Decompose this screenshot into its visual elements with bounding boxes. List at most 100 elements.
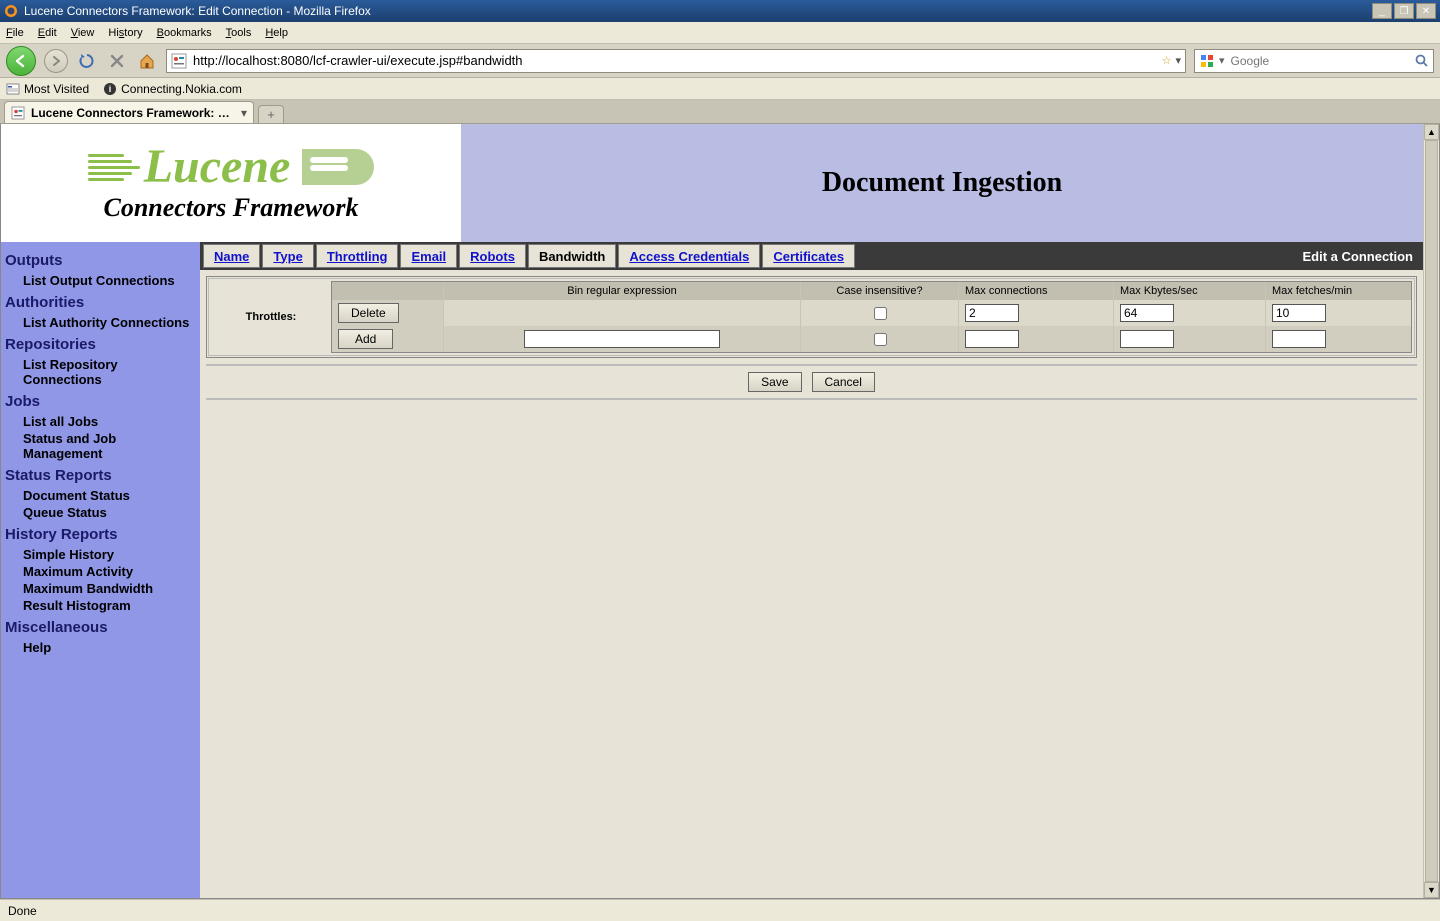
tab-name[interactable]: Name: [203, 244, 260, 268]
throttles-label: Throttles:: [211, 281, 331, 353]
maxconn-input-add[interactable]: [965, 330, 1019, 348]
sidebar-link[interactable]: Result Histogram: [23, 598, 198, 613]
main-panel: NameTypeThrottlingEmailRobotsBandwidthAc…: [200, 242, 1423, 898]
scroll-thumb[interactable]: [1425, 140, 1438, 882]
scroll-down-icon[interactable]: ▼: [1424, 882, 1439, 898]
th-regex: Bin regular expression: [444, 282, 801, 300]
sidebar-link[interactable]: List Authority Connections: [23, 315, 198, 330]
reload-button[interactable]: [76, 50, 98, 72]
status-text: Done: [8, 904, 37, 918]
close-window-button[interactable]: ✕: [1416, 3, 1436, 19]
form-buttons: Save Cancel: [206, 364, 1417, 398]
back-button[interactable]: [6, 46, 36, 76]
search-bar[interactable]: ▾: [1194, 49, 1434, 73]
swoosh-icon: [302, 149, 374, 185]
sidebar: OutputsList Output ConnectionsAuthoritie…: [1, 242, 200, 898]
page-viewport: Lucene Connectors Framework Document Ing…: [0, 124, 1440, 899]
tab-certificates[interactable]: Certificates: [762, 244, 855, 268]
context-label: Edit a Connection: [1295, 249, 1422, 264]
sidebar-link[interactable]: Queue Status: [23, 505, 198, 520]
bookmark-star-icon[interactable]: ☆: [1162, 54, 1172, 67]
sidebar-section-title: Repositories: [5, 336, 198, 353]
search-icon[interactable]: [1415, 54, 1429, 68]
tab-email[interactable]: Email: [400, 244, 457, 268]
bookmark-most-visited[interactable]: Most Visited: [6, 82, 89, 96]
nav-toolbar: ☆ ▾ ▾: [0, 44, 1440, 78]
window-titlebar: Lucene Connectors Framework: Edit Connec…: [0, 0, 1440, 22]
add-button[interactable]: Add: [338, 329, 393, 349]
maxconn-input[interactable]: [965, 304, 1019, 322]
vertical-scrollbar[interactable]: ▲ ▼: [1423, 124, 1439, 898]
sidebar-link[interactable]: Maximum Activity: [23, 564, 198, 579]
fetches-input-add[interactable]: [1272, 330, 1326, 348]
url-bar[interactable]: ☆ ▾: [166, 49, 1186, 73]
search-dropdown-icon[interactable]: ▾: [1219, 54, 1225, 67]
menu-tools[interactable]: Tools: [226, 27, 252, 39]
table-row: Add: [332, 326, 1411, 352]
page-favicon-icon: [171, 53, 187, 69]
stop-button[interactable]: [106, 50, 128, 72]
sidebar-section-title: Miscellaneous: [5, 619, 198, 636]
tab-label: Lucene Connectors Framework: Edit …: [31, 106, 235, 120]
sidebar-link[interactable]: List Repository Connections: [23, 357, 198, 387]
bookmark-label: Most Visited: [24, 82, 89, 96]
th-maxconn: Max connections: [959, 282, 1114, 300]
th-case: Case insensitive?: [801, 282, 959, 300]
firefox-icon: [4, 4, 18, 18]
tab-throttling[interactable]: Throttling: [316, 244, 399, 268]
th-kbytes: Max Kbytes/sec: [1114, 282, 1266, 300]
menu-bookmarks[interactable]: Bookmarks: [157, 27, 212, 39]
sidebar-link[interactable]: Simple History: [23, 547, 198, 562]
forward-button[interactable]: [44, 49, 68, 73]
page-title: Document Ingestion: [461, 124, 1423, 242]
delete-button[interactable]: Delete: [338, 303, 399, 323]
tab-type[interactable]: Type: [262, 244, 313, 268]
table-row: Delete: [332, 300, 1411, 326]
browser-tab[interactable]: Lucene Connectors Framework: Edit … ▾: [4, 101, 254, 123]
minimize-button[interactable]: _: [1372, 3, 1392, 19]
menu-edit[interactable]: Edit: [38, 27, 57, 39]
tab-access-credentials[interactable]: Access Credentials: [618, 244, 760, 268]
sidebar-link[interactable]: List all Jobs: [23, 414, 198, 429]
sidebar-link[interactable]: Status and Job Management: [23, 431, 198, 461]
status-bar: Done: [0, 899, 1440, 921]
home-button[interactable]: [136, 50, 158, 72]
search-input[interactable]: [1229, 53, 1415, 69]
scroll-up-icon[interactable]: ▲: [1424, 124, 1439, 140]
menu-help[interactable]: Help: [265, 27, 288, 39]
menu-file[interactable]: File: [6, 27, 24, 39]
fetches-input[interactable]: [1272, 304, 1326, 322]
sidebar-link[interactable]: Document Status: [23, 488, 198, 503]
maximize-button[interactable]: ❐: [1394, 3, 1414, 19]
kbytes-input-add[interactable]: [1120, 330, 1174, 348]
form-tabs: NameTypeThrottlingEmailRobotsBandwidthAc…: [200, 242, 1423, 270]
case-checkbox-add[interactable]: [874, 333, 887, 346]
sidebar-section-title: History Reports: [5, 526, 198, 543]
sidebar-section-title: Authorities: [5, 294, 198, 311]
sidebar-link[interactable]: Maximum Bandwidth: [23, 581, 198, 596]
tab-dropdown-icon[interactable]: ▾: [241, 106, 247, 120]
window-title: Lucene Connectors Framework: Edit Connec…: [24, 4, 371, 18]
cell-regex: [444, 300, 801, 326]
sidebar-link[interactable]: List Output Connections: [23, 273, 198, 288]
tab-robots[interactable]: Robots: [459, 244, 526, 268]
bookmarks-toolbar: Most Visited i Connecting.Nokia.com: [0, 78, 1440, 100]
bookmark-nokia[interactable]: i Connecting.Nokia.com: [103, 82, 242, 96]
sidebar-section-title: Jobs: [5, 393, 198, 410]
menu-view[interactable]: View: [71, 27, 95, 39]
save-button[interactable]: Save: [748, 372, 801, 392]
th-fetches: Max fetches/min: [1266, 282, 1411, 300]
url-dropdown-icon[interactable]: ▾: [1175, 54, 1181, 67]
menu-history[interactable]: History: [108, 27, 142, 39]
case-checkbox[interactable]: [874, 307, 887, 320]
app-logo: Lucene Connectors Framework: [1, 124, 461, 242]
kbytes-input[interactable]: [1120, 304, 1174, 322]
cancel-button[interactable]: Cancel: [812, 372, 875, 392]
url-input[interactable]: [191, 51, 1158, 71]
regex-input[interactable]: [524, 330, 720, 348]
svg-text:i: i: [109, 84, 112, 94]
sidebar-link[interactable]: Help: [23, 640, 198, 655]
new-tab-button[interactable]: +: [258, 105, 284, 123]
tab-bandwidth[interactable]: Bandwidth: [528, 244, 616, 268]
bookmark-label: Connecting.Nokia.com: [121, 82, 242, 96]
